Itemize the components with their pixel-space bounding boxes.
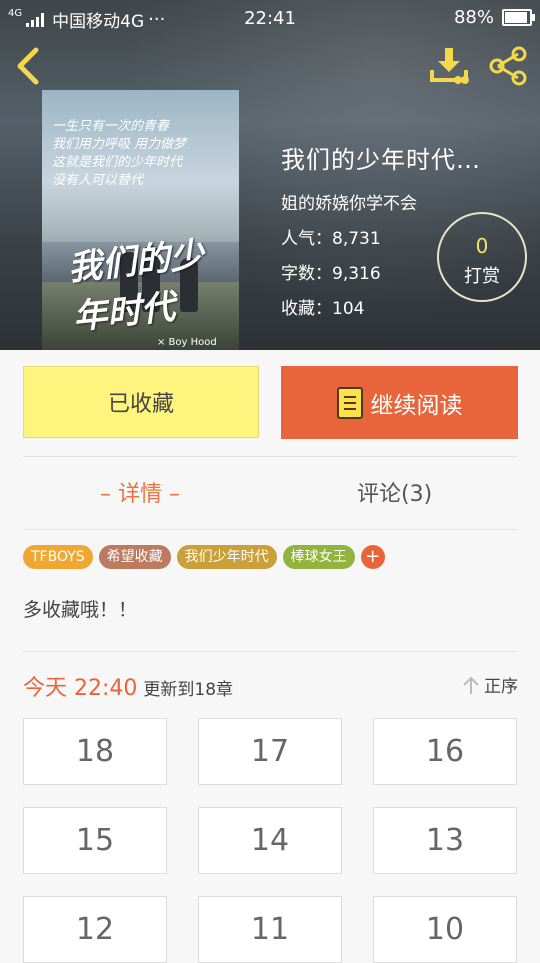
download-button[interactable] <box>428 46 470 86</box>
status-bar: 4G 中国移动4G ··· 22:41 88% <box>0 0 540 36</box>
tag-list: TFBOYS 希望收藏 我们少年时代 棒球女王 + <box>23 545 385 569</box>
share-button[interactable] <box>488 46 530 86</box>
arrow-up-icon <box>463 676 479 694</box>
chapter-button[interactable]: 18 <box>23 718 167 785</box>
book-icon <box>336 386 363 419</box>
download-icon <box>430 48 469 84</box>
book-cover[interactable]: 一生只有一次的青春 我们用力呼吸 用力做梦 这就是我们的少年时代 没有人可以替代… <box>42 90 239 350</box>
update-text: 更新到18章 <box>143 680 234 700</box>
chapter-button[interactable]: 13 <box>373 807 517 874</box>
update-info: 今天 22:40 更新到18章 <box>23 670 233 702</box>
continue-reading-label: 继续阅读 <box>370 392 463 419</box>
book-description: 多收藏哦！！ <box>23 599 138 621</box>
tag-our-youth[interactable]: 我们少年时代 <box>176 545 277 569</box>
reward-count: 0 <box>475 234 489 258</box>
divider <box>23 529 518 530</box>
chapter-button[interactable]: 16 <box>373 718 517 785</box>
tab-comments[interactable]: 评论(3) <box>357 470 432 520</box>
chevron-left-icon <box>17 47 39 85</box>
share-icon <box>489 46 527 86</box>
reward-label: 打赏 <box>464 266 500 287</box>
chapter-button[interactable]: 12 <box>23 896 167 963</box>
book-title: 我们的少年时代… <box>281 146 481 174</box>
chapter-button[interactable]: 15 <box>23 807 167 874</box>
tag-hope-favorite[interactable]: 希望收藏 <box>98 545 171 569</box>
continue-reading-button[interactable]: 继续阅读 <box>281 366 518 439</box>
book-author[interactable]: 姐的娇娆你学不会 <box>281 189 481 214</box>
tag-tfboys[interactable]: TFBOYS <box>23 545 93 569</box>
reward-button[interactable]: 0 打赏 <box>437 212 527 302</box>
chapter-button[interactable]: 14 <box>198 807 342 874</box>
battery-icon <box>502 9 535 26</box>
cover-title: 我们的少年时代 <box>66 234 206 338</box>
divider <box>23 651 518 652</box>
update-time: 今天 22:40 <box>23 676 138 701</box>
favorited-label: 已收藏 <box>107 392 174 417</box>
cover-handwriting: 一生只有一次的青春 我们用力呼吸 用力做梦 这就是我们的少年时代 没有人可以替代 <box>52 119 187 188</box>
add-tag-button[interactable]: + <box>360 545 385 569</box>
cover-subtitle: × Boy Hood <box>157 337 217 348</box>
chapter-button[interactable]: 17 <box>198 718 342 785</box>
tab-detail[interactable]: – 详情 – <box>100 470 180 520</box>
book-header: 4G 中国移动4G ··· 22:41 88% 一生只有一次的青春 我们用力呼吸… <box>0 0 540 350</box>
chapter-button[interactable]: 10 <box>373 896 517 963</box>
favorited-button[interactable]: 已收藏 <box>23 366 259 438</box>
chapter-button[interactable]: 11 <box>198 896 342 963</box>
back-button[interactable] <box>12 46 46 86</box>
book-favorites: 收藏：104 <box>281 299 365 319</box>
battery-percent: 88% <box>453 7 494 28</box>
tag-baseball-queen[interactable]: 棒球女王 <box>282 545 355 569</box>
sort-order-button[interactable]: 正序 <box>462 672 518 697</box>
sort-order-label: 正序 <box>484 677 518 697</box>
divider <box>23 456 518 457</box>
